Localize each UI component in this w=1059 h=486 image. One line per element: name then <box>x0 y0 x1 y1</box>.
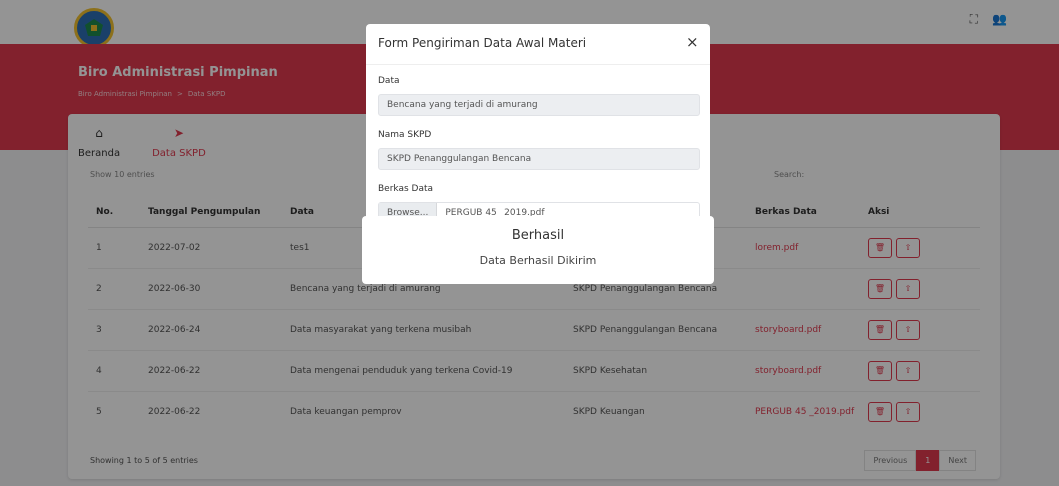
data-field[interactable]: Bencana yang terjadi di amurang <box>378 94 700 116</box>
divider <box>366 64 710 65</box>
skpd-field[interactable]: SKPD Penanggulangan Bencana <box>378 148 700 170</box>
alert-message: Data Berhasil Dikirim <box>479 254 597 267</box>
form-modal: Form Pengiriman Data Awal Materi × Data … <box>366 24 710 244</box>
field-label: Berkas Data <box>378 184 434 194</box>
close-icon[interactable]: × <box>686 33 699 51</box>
alert-title: Berhasil <box>511 228 565 243</box>
field-label: Data <box>378 76 400 86</box>
field-label: Nama SKPD <box>378 130 432 140</box>
modal-title: Form Pengiriman Data Awal Materi <box>378 36 587 50</box>
success-alert: Berhasil Data Berhasil Dikirim <box>362 216 714 284</box>
